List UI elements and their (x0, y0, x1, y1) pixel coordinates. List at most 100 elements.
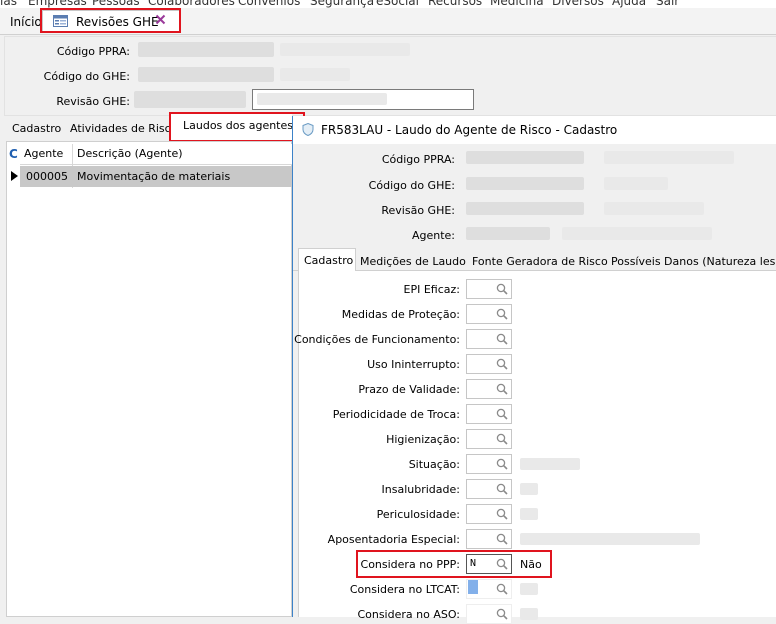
menu-item[interactable]: Pessoas (92, 0, 140, 8)
menu-item[interactable]: Convênios (238, 0, 300, 8)
menu-item[interactable]: eSocial (376, 0, 419, 8)
search-icon[interactable] (496, 508, 508, 520)
field-desc-redacted (520, 508, 538, 520)
table-row[interactable]: 000005 Movimentação de materiais (20, 166, 292, 187)
search-icon[interactable] (496, 333, 508, 345)
search-icon[interactable] (496, 608, 508, 620)
menu-bar: ias Empresas Pessoas Colaboradores Convê… (0, 0, 776, 8)
cell-agente: 000005 (26, 170, 68, 183)
field-label: Uso Ininterrupto: (367, 358, 460, 371)
search-icon[interactable] (496, 358, 508, 370)
cell-descricao: Movimentação de materiais (77, 170, 231, 183)
search-icon[interactable] (496, 533, 508, 545)
field-desc-redacted (520, 583, 538, 595)
search-icon[interactable] (496, 583, 508, 595)
agentes-grid (6, 141, 292, 617)
tab-inicio[interactable]: Início (10, 15, 42, 29)
menu-item[interactable]: ias (0, 0, 17, 8)
menu-item[interactable]: Empresas (28, 0, 87, 8)
tab-possiveis-danos[interactable]: Possíveis Danos (Natureza lesões (611, 255, 776, 268)
field-label: Considera no ASO: (357, 608, 460, 621)
codigo-ppra-desc (280, 43, 410, 56)
search-icon[interactable] (496, 408, 508, 420)
search-icon[interactable] (496, 383, 508, 395)
search-icon[interactable] (496, 458, 508, 470)
tab-cadastro[interactable]: Cadastro (12, 122, 61, 135)
menu-item[interactable]: Colaboradores (148, 0, 235, 8)
field-label: Prazo de Validade: (358, 383, 460, 396)
search-icon[interactable] (496, 308, 508, 320)
rp-agente-label: Agente: (411, 229, 455, 242)
lookup-field[interactable] (466, 379, 512, 399)
field-label: Considera no LTCAT: (349, 583, 460, 596)
rp-codigo-ghe-label: Código do GHE: (368, 179, 455, 192)
highlight-box (169, 112, 305, 142)
shield-icon (302, 122, 314, 139)
field-label: Medidas de Proteção: (341, 308, 460, 321)
field-desc-redacted (520, 483, 538, 495)
menu-item[interactable]: Segurança (310, 0, 374, 8)
tab-laudo-cadastro[interactable]: Cadastro (298, 248, 356, 272)
field-label: EPI Eficaz: (403, 283, 460, 296)
lookup-field[interactable] (466, 579, 512, 599)
field-label: Higienização: (386, 433, 460, 446)
lookup-field[interactable] (466, 354, 512, 374)
codigo-ghe-desc (280, 68, 350, 81)
lookup-field[interactable] (466, 404, 512, 424)
codigo-ghe-label: Código do GHE: (43, 70, 130, 83)
codigo-ppra-field[interactable] (138, 42, 274, 57)
tab-medicoes-de-laudo[interactable]: Medições de Laudo (360, 255, 466, 268)
field-label: Periculosidade: (376, 508, 460, 521)
rp-codigo-ppra-desc (604, 151, 734, 164)
revisao-ghe-desc-field[interactable] (252, 89, 474, 110)
lookup-field[interactable] (466, 429, 512, 449)
highlight-box (40, 8, 181, 33)
search-icon[interactable] (496, 483, 508, 495)
lookup-field[interactable] (466, 529, 512, 549)
revisao-ghe-field[interactable] (134, 91, 246, 108)
highlight-box (356, 550, 552, 578)
codigo-ppra-label: Código PPRA: (56, 45, 130, 58)
field-label: Situação: (408, 458, 460, 471)
lookup-field[interactable] (466, 454, 512, 474)
menu-item[interactable]: Recursos (428, 0, 482, 8)
grid-indicator-icon: C (9, 147, 18, 161)
rp-codigo-ppra-field[interactable] (466, 151, 584, 164)
tab-label: Cadastro (304, 254, 354, 267)
rp-agente-desc (562, 227, 712, 240)
field-label: Condições de Funcionamento: (294, 333, 460, 346)
rp-codigo-ghe-field[interactable] (466, 177, 584, 190)
field-desc-redacted (520, 458, 580, 470)
rp-agente-field[interactable] (466, 227, 550, 240)
lookup-field[interactable] (466, 479, 512, 499)
menu-item[interactable]: Medicina (490, 0, 544, 8)
menu-item[interactable]: Diversos (552, 0, 604, 8)
tab-atividades-de-risco[interactable]: Atividades de Risco (70, 122, 177, 135)
rp-codigo-ppra-label: Código PPRA: (381, 153, 455, 166)
rp-revisao-ghe-label: Revisão GHE: (381, 204, 455, 217)
menu-item[interactable]: Sair (656, 0, 679, 8)
codigo-ghe-field[interactable] (138, 67, 274, 82)
laudo-title: FR583LAU - Laudo do Agente de Risco - Ca… (321, 123, 618, 137)
rp-codigo-ghe-desc (604, 177, 668, 190)
col-agente-header[interactable]: Agente (24, 147, 63, 160)
lookup-field[interactable] (466, 304, 512, 324)
field-label: Aposentadoria Especial: (327, 533, 460, 546)
field-desc-redacted (520, 608, 538, 620)
revisao-ghe-label: Revisão GHE: (56, 95, 130, 108)
lookup-field[interactable] (466, 329, 512, 349)
col-descricao-header[interactable]: Descrição (Agente) (77, 147, 183, 160)
search-icon[interactable] (496, 283, 508, 295)
tab-fonte-geradora[interactable]: Fonte Geradora de Risco (472, 255, 608, 268)
lookup-field[interactable] (466, 504, 512, 524)
lookup-field[interactable] (466, 604, 512, 624)
field-label: Insalubridade: (381, 483, 460, 496)
rp-revisao-ghe-desc (604, 202, 704, 215)
row-pointer-icon (11, 171, 18, 184)
search-icon[interactable] (496, 433, 508, 445)
field-desc-redacted (520, 533, 700, 545)
menu-item[interactable]: Ajuda (612, 0, 646, 8)
field-label: Periodicidade de Troca: (332, 408, 460, 421)
lookup-field[interactable] (466, 279, 512, 299)
rp-revisao-ghe-field[interactable] (466, 202, 584, 215)
